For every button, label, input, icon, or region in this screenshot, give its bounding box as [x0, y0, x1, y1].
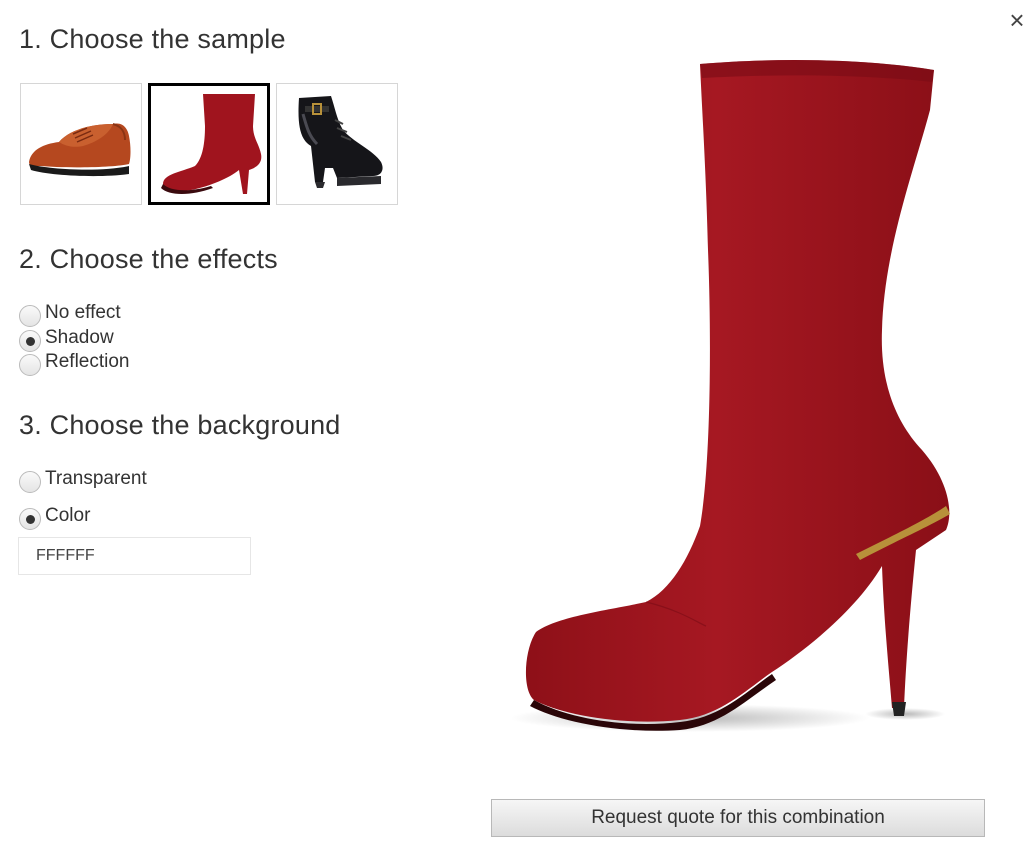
- radio-button[interactable]: [19, 471, 41, 493]
- request-quote-button[interactable]: Request quote for this combination: [491, 799, 985, 837]
- oxford-shoe-icon: [29, 123, 131, 177]
- sample-thumb-black-boot[interactable]: [276, 83, 398, 205]
- radio-label: Reflection: [45, 351, 130, 372]
- radio-label: No effect: [45, 302, 121, 323]
- background-option-transparent[interactable]: Transparent: [19, 467, 147, 493]
- radio-label: Transparent: [45, 468, 147, 489]
- effects-heading: 2. Choose the effects: [19, 244, 278, 274]
- sample-thumb-red-boot[interactable]: [148, 83, 270, 205]
- radio-button[interactable]: [19, 354, 41, 376]
- effect-option-reflection[interactable]: Reflection: [19, 350, 130, 376]
- background-heading: 3. Choose the background: [19, 410, 341, 440]
- red-boot-preview-icon: [510, 60, 950, 732]
- color-hex-input[interactable]: [18, 537, 251, 575]
- radio-label: Shadow: [45, 327, 114, 348]
- sample-heading: 1. Choose the sample: [19, 24, 286, 54]
- radio-button[interactable]: [19, 305, 41, 327]
- radio-button[interactable]: [19, 508, 41, 530]
- red-boot-icon: [161, 94, 262, 194]
- close-icon[interactable]: ×: [1005, 6, 1024, 34]
- radio-button[interactable]: [19, 330, 41, 352]
- background-option-color[interactable]: Color: [19, 504, 91, 530]
- effect-option-shadow[interactable]: Shadow: [19, 326, 114, 352]
- effect-option-no-effect[interactable]: No effect: [19, 301, 121, 327]
- product-preview: [510, 50, 970, 750]
- sample-thumb-oxford[interactable]: [20, 83, 142, 205]
- radio-label: Color: [45, 505, 91, 526]
- black-ankle-boot-icon: [298, 96, 383, 188]
